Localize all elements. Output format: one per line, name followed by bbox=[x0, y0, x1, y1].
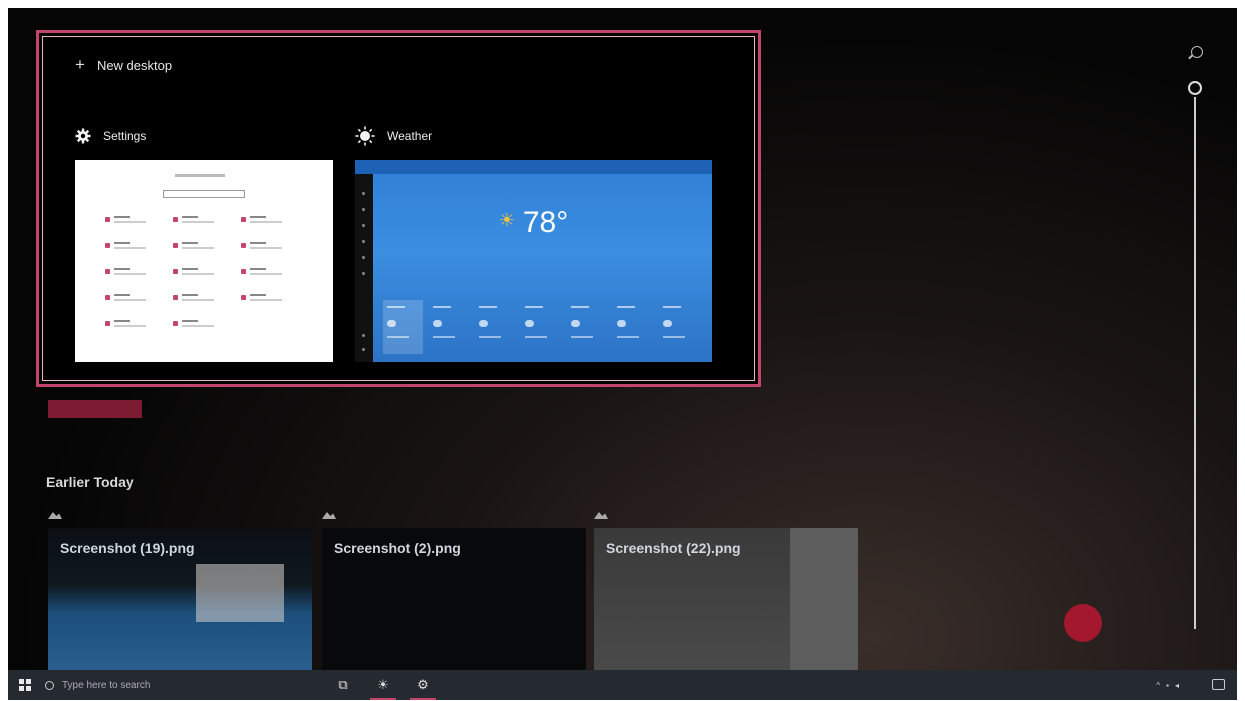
tray-chevron-icon[interactable]: ^ bbox=[1156, 681, 1160, 690]
photos-icon bbox=[594, 512, 608, 519]
activity-card[interactable]: Screenshot (2).png bbox=[322, 506, 586, 670]
settings-preview-title bbox=[175, 174, 225, 177]
settings-preview bbox=[75, 160, 333, 362]
lg-logo bbox=[1064, 604, 1102, 642]
timeline-search-icon[interactable] bbox=[1191, 46, 1203, 58]
photos-icon bbox=[322, 512, 336, 519]
photos-app-label bbox=[48, 506, 62, 522]
action-center-icon[interactable] bbox=[1212, 679, 1225, 690]
settings-tile bbox=[173, 268, 223, 278]
lg-logo-circle bbox=[1064, 604, 1102, 642]
photos-app-label bbox=[322, 506, 336, 522]
weather-thumbnail: ☀ 78° bbox=[355, 160, 712, 362]
settings-tile bbox=[173, 294, 223, 304]
settings-tile bbox=[173, 242, 223, 252]
plus-icon: + bbox=[75, 55, 85, 74]
activity-title: Screenshot (2).png bbox=[334, 540, 461, 556]
weather-preview-titlebar bbox=[355, 160, 712, 174]
search-icon bbox=[45, 680, 54, 690]
window-header: Settings bbox=[75, 125, 333, 147]
activity-title: Screenshot (19).png bbox=[60, 540, 195, 556]
weather-preview-sun-icon: ☀ bbox=[498, 210, 515, 230]
settings-preview-search bbox=[163, 190, 245, 198]
gear-icon bbox=[75, 128, 91, 144]
window-card-weather[interactable]: Weather ☀ 78° bbox=[355, 125, 712, 362]
volume-icon[interactable]: ◂ bbox=[1175, 681, 1179, 690]
desktop-screen: Earlier Today Screenshot (19).png Screen… bbox=[8, 8, 1237, 670]
activity-thumbnail: Screenshot (2).png bbox=[322, 528, 586, 670]
weather-preview-nav-rail bbox=[355, 174, 373, 362]
weather-preview-day bbox=[429, 300, 469, 354]
thumbnail-panel bbox=[790, 528, 858, 670]
weather-preview-day bbox=[383, 300, 423, 354]
weather-taskbar-icon[interactable]: ☀ bbox=[370, 678, 396, 700]
settings-tile bbox=[241, 242, 291, 252]
start-button[interactable] bbox=[19, 679, 31, 691]
taskbar-app-icons: ⧉ ☀ ⚙ bbox=[336, 670, 436, 700]
sun-icon bbox=[355, 126, 375, 146]
settings-tile bbox=[105, 216, 155, 226]
system-tray: ^ ▪ ◂ bbox=[1156, 670, 1185, 700]
activity-title: Screenshot (22).png bbox=[606, 540, 741, 556]
new-desktop-button[interactable]: + New desktop bbox=[75, 55, 172, 75]
timeline-scrubber-handle[interactable] bbox=[1188, 81, 1202, 95]
settings-tile bbox=[105, 320, 155, 330]
window-title-weather: Weather bbox=[387, 129, 433, 143]
activity-card[interactable]: Screenshot (19).png bbox=[48, 506, 312, 670]
sign-in-button[interactable] bbox=[48, 400, 142, 418]
timeline-track[interactable] bbox=[1194, 97, 1196, 629]
weather-preview-day bbox=[521, 300, 561, 354]
taskbar-search-box[interactable]: Type here to search bbox=[45, 674, 305, 696]
settings-tile bbox=[241, 294, 291, 304]
weather-preview: ☀ 78° bbox=[355, 160, 712, 362]
network-icon[interactable]: ▪ bbox=[1166, 681, 1169, 690]
settings-tile bbox=[241, 216, 291, 226]
weather-preview-temperature: ☀ 78° bbox=[498, 206, 569, 239]
settings-thumbnail bbox=[75, 160, 333, 362]
settings-tile bbox=[173, 320, 223, 330]
search-placeholder: Type here to search bbox=[62, 679, 151, 691]
window-header: Weather bbox=[355, 125, 712, 147]
photos-app-label bbox=[594, 506, 608, 522]
settings-tile bbox=[173, 216, 223, 226]
weather-preview-day bbox=[659, 300, 699, 354]
activity-thumbnail: Screenshot (19).png bbox=[48, 528, 312, 670]
section-title-earlier-today: Earlier Today bbox=[46, 474, 134, 490]
task-view-icon[interactable]: ⧉ bbox=[336, 678, 350, 692]
activity-card[interactable]: Screenshot (22).png bbox=[594, 506, 858, 670]
weather-preview-day bbox=[567, 300, 607, 354]
thumbnail-window bbox=[196, 564, 284, 622]
window-title-settings: Settings bbox=[103, 129, 147, 143]
window-card-settings[interactable]: Settings bbox=[75, 125, 333, 362]
taskbar: Type here to search ⧉ ☀ ⚙ ^ ▪ ◂ bbox=[8, 670, 1237, 700]
weather-preview-day bbox=[613, 300, 653, 354]
photos-icon bbox=[48, 512, 62, 519]
settings-tile bbox=[105, 294, 155, 304]
activity-thumbnail: Screenshot (22).png bbox=[594, 528, 858, 670]
task-view-panel: + New desktop Settings Weather ☀ 78° bbox=[36, 30, 761, 387]
settings-taskbar-icon[interactable]: ⚙ bbox=[410, 678, 436, 700]
settings-tile bbox=[105, 242, 155, 252]
new-desktop-label: New desktop bbox=[96, 57, 173, 73]
settings-tile bbox=[105, 268, 155, 278]
settings-tile bbox=[241, 268, 291, 278]
weather-preview-day bbox=[475, 300, 515, 354]
